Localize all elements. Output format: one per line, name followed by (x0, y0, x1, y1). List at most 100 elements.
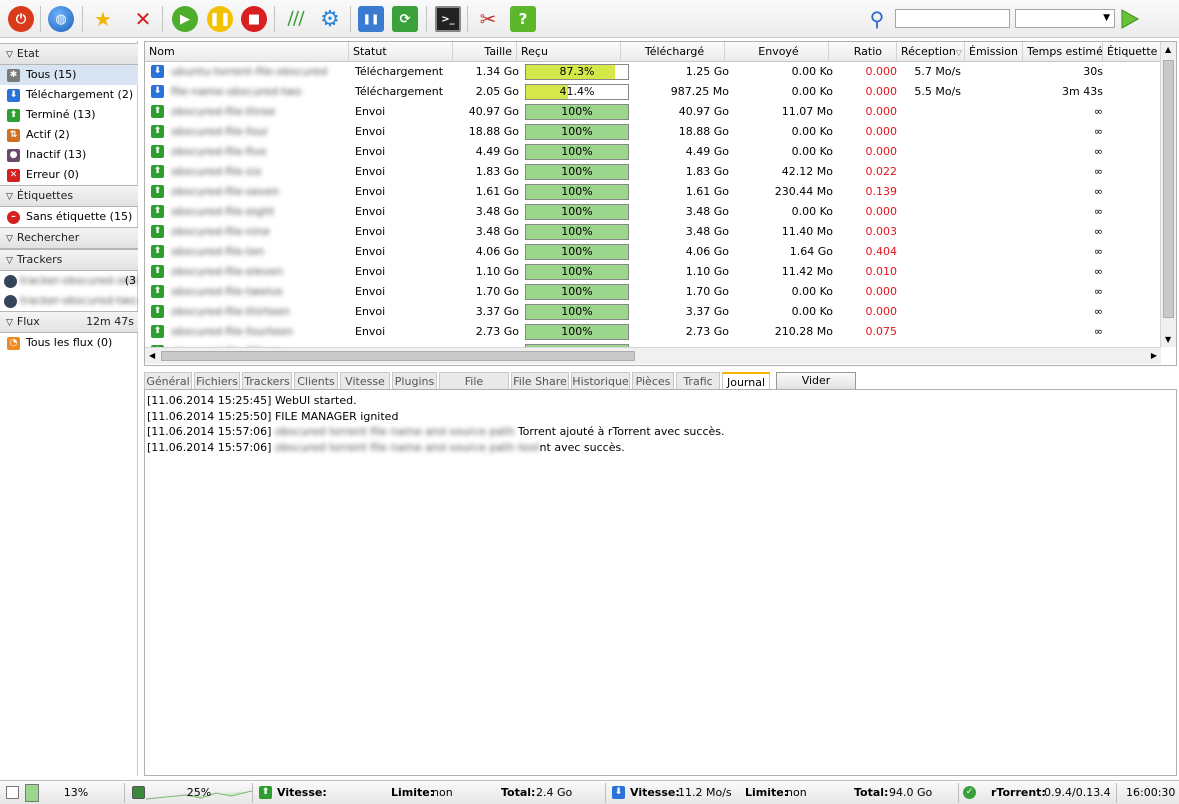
sidebar-item-downloading[interactable]: ⬇ Téléchargement (2) (0, 85, 138, 105)
scroll-left-icon[interactable]: ◀ (149, 351, 155, 360)
download-limit-label[interactable]: Limite: (745, 781, 788, 804)
upload-limit-value[interactable]: non (432, 781, 453, 804)
scroll-down-icon[interactable]: ▼ (1165, 335, 1171, 344)
sidebar-item-tracker[interactable]: tracker-obscured-two (0, 291, 138, 311)
tab-trackers[interactable]: Trackers (242, 372, 292, 390)
torrent-up-speed (965, 102, 1023, 122)
rss-icon[interactable]: ⧸⧸⧸ (283, 6, 309, 32)
torrent-label (1107, 202, 1161, 222)
play-icon[interactable]: ▶ (172, 6, 198, 32)
vertical-scrollbar[interactable]: ▲ ▼ (1160, 42, 1176, 347)
progress-text: 87.3% (559, 65, 595, 78)
torrent-label (1107, 262, 1161, 282)
search-engine-select[interactable]: ▼ (1015, 9, 1115, 28)
column-header-eta[interactable]: Temps estimé (1023, 42, 1103, 62)
feeds-section-header[interactable]: ▽ Flux 12m 47s (0, 311, 138, 333)
table-row[interactable]: ⬆ obscured-file-twelve Envoi 1.70 Go 100% 1.7… (145, 282, 1161, 302)
tab-trafic[interactable]: Trafic (676, 372, 720, 390)
stop-icon[interactable]: ■ (241, 6, 267, 32)
sidebar-item-no-label[interactable]: – Sans étiquette (15) (0, 207, 138, 227)
search-input[interactable] (895, 9, 1010, 28)
column-header-uploaded[interactable]: Envoyé (725, 42, 829, 62)
search-go-button[interactable] (1120, 8, 1140, 30)
clear-log-button[interactable]: Vider (776, 372, 856, 390)
star-icon[interactable]: ★ (90, 6, 116, 32)
column-header-downloaded[interactable]: Téléchargé (621, 42, 725, 62)
table-row[interactable]: ⬆ obscured-file-four Envoi 18.88 Go 100% 18.8… (145, 122, 1161, 142)
column-header-size[interactable]: Taille (453, 42, 517, 62)
column-header-label[interactable]: Étiquette (1103, 42, 1161, 62)
tab-plugins[interactable]: Plugins (392, 372, 437, 390)
torrent-progress-bar: 100% (525, 204, 629, 220)
globe-icon[interactable]: ◍ (48, 6, 74, 32)
torrent-down-speed (897, 262, 965, 282)
sidebar-item-tracker[interactable]: tracker-obscured-one (3 (0, 271, 138, 291)
download-icon: ⬇ (151, 65, 164, 78)
horizontal-scrollbar[interactable]: ◀ ▶ (145, 347, 1161, 364)
help-icon[interactable]: ? (510, 6, 536, 32)
scroll-right-icon[interactable]: ▶ (1151, 351, 1157, 360)
table-row[interactable]: ⬆ obscured-file-three Envoi 40.97 Go 100% 40.… (145, 102, 1161, 122)
tab-file-manager[interactable]: File Manager (439, 372, 509, 405)
column-header-received[interactable]: Reçu (517, 42, 621, 62)
column-header-status[interactable]: Statut (349, 42, 453, 62)
download-limit-value[interactable]: non (786, 781, 807, 804)
scroll-up-icon[interactable]: ▲ (1165, 45, 1171, 54)
torrent-down-speed (897, 202, 965, 222)
tab-pi-ces[interactable]: Pièces (632, 372, 674, 390)
search-section-header[interactable]: ▽ Rechercher (0, 227, 138, 249)
sidebar-item-completed[interactable]: ⬆ Terminé (13) (0, 105, 138, 125)
search-icon[interactable]: ⚲ (864, 6, 890, 32)
pause-icon[interactable]: ❚❚ (207, 6, 233, 32)
table-row[interactable]: ⬆ obscured-file-ten Envoi 4.06 Go 100% 4.06 G… (145, 242, 1161, 262)
table-row[interactable]: ⬆ obscured-file-thirteen Envoi 3.37 Go 100% 3… (145, 302, 1161, 322)
table-row[interactable]: ⬆ obscured-file-fourteen Envoi 2.73 Go 100% 2… (145, 322, 1161, 342)
tab-historique[interactable]: Historique (571, 372, 630, 390)
tab-file-share[interactable]: File Share (511, 372, 569, 390)
tab-g-n-ral[interactable]: Général (144, 372, 192, 390)
sidebar-item-inactive[interactable]: ● Inactif (13) (0, 145, 138, 165)
torrent-down-speed (897, 222, 965, 242)
sidebar-item-active[interactable]: ⇅ Actif (2) (0, 125, 138, 145)
tab-vitesse[interactable]: Vitesse (340, 372, 390, 390)
labels-section-header[interactable]: ▽ Étiquettes (0, 185, 138, 207)
upload-limit-label[interactable]: Limite: (391, 781, 434, 804)
power-icon[interactable]: ⏻ (8, 6, 34, 32)
sidebar-item-error[interactable]: ✕ Erreur (0) (0, 165, 138, 185)
trackers-section-header[interactable]: ▽ Trackers (0, 249, 138, 271)
refresh-icon[interactable]: ⟳ (392, 6, 418, 32)
seed-up-icon: ⬆ (151, 245, 164, 258)
state-section-header[interactable]: ▽ Etat (0, 43, 138, 65)
progress-text: 100% (561, 225, 593, 238)
tab-fichiers[interactable]: Fichiers (194, 372, 240, 390)
column-header-up-speed[interactable]: Émission (965, 42, 1023, 62)
torrent-size: 3.37 Go (475, 305, 519, 318)
settings-gear-icon[interactable]: ⚙ (317, 6, 343, 32)
rutorrent-window: ⏻ ◍ ★ ✕ ▶ ❚❚ ■ ⧸⧸⧸ ⚙ ❚❚ ⟳ >_ ✂ ? ⚲ ▼ ▽ Et… (0, 0, 1179, 804)
download-speed-icon: ⬇ (612, 786, 625, 799)
tools-icon[interactable]: ✂ (475, 6, 501, 32)
pause-all-icon[interactable]: ❚❚ (358, 6, 384, 32)
table-row[interactable]: ⬆ obscured-file-eleven Envoi 1.10 Go 100% 1.1… (145, 262, 1161, 282)
torrent-progress-bar: 100% (525, 224, 629, 240)
torrent-up-speed (965, 242, 1023, 262)
sidebar-item-all-feeds[interactable]: ◔ Tous les flux (0) (0, 333, 138, 353)
console-icon[interactable]: >_ (435, 6, 461, 32)
table-row[interactable]: ⬆ obscured-file-six Envoi 1.83 Go 100% 1.83 G… (145, 162, 1161, 182)
delete-x-icon[interactable]: ✕ (130, 6, 156, 32)
table-row[interactable]: ⬆ obscured-file-seven Envoi 1.61 Go 100% 1.61… (145, 182, 1161, 202)
torrent-progress-bar: 100% (525, 264, 629, 280)
table-row[interactable]: ⬇ file-name-obscured-two Téléchargement 2.0… (145, 82, 1161, 102)
tab-journal[interactable]: Journal (722, 372, 770, 390)
tab-clients[interactable]: Clients (294, 372, 338, 390)
vertical-scroll-thumb[interactable] (1163, 60, 1174, 318)
table-row[interactable]: ⬇ ubuntu-torrent-file-obscured Téléchargem… (145, 62, 1161, 82)
table-row[interactable]: ⬆ obscured-file-eight Envoi 3.48 Go 100% 3.48… (145, 202, 1161, 222)
horizontal-scroll-thumb[interactable] (161, 351, 635, 361)
table-row[interactable]: ⬆ obscured-file-nine Envoi 3.48 Go 100% 3.48 … (145, 222, 1161, 242)
table-row[interactable]: ⬆ obscured-file-five Envoi 4.49 Go 100% 4.49 … (145, 142, 1161, 162)
column-header-name[interactable]: Nom (145, 42, 349, 62)
column-header-down-speed[interactable]: Réception▽ (897, 42, 965, 62)
column-header-ratio[interactable]: Ratio (829, 42, 897, 62)
sidebar-item-all[interactable]: ✱ Tous (15) (0, 65, 138, 85)
